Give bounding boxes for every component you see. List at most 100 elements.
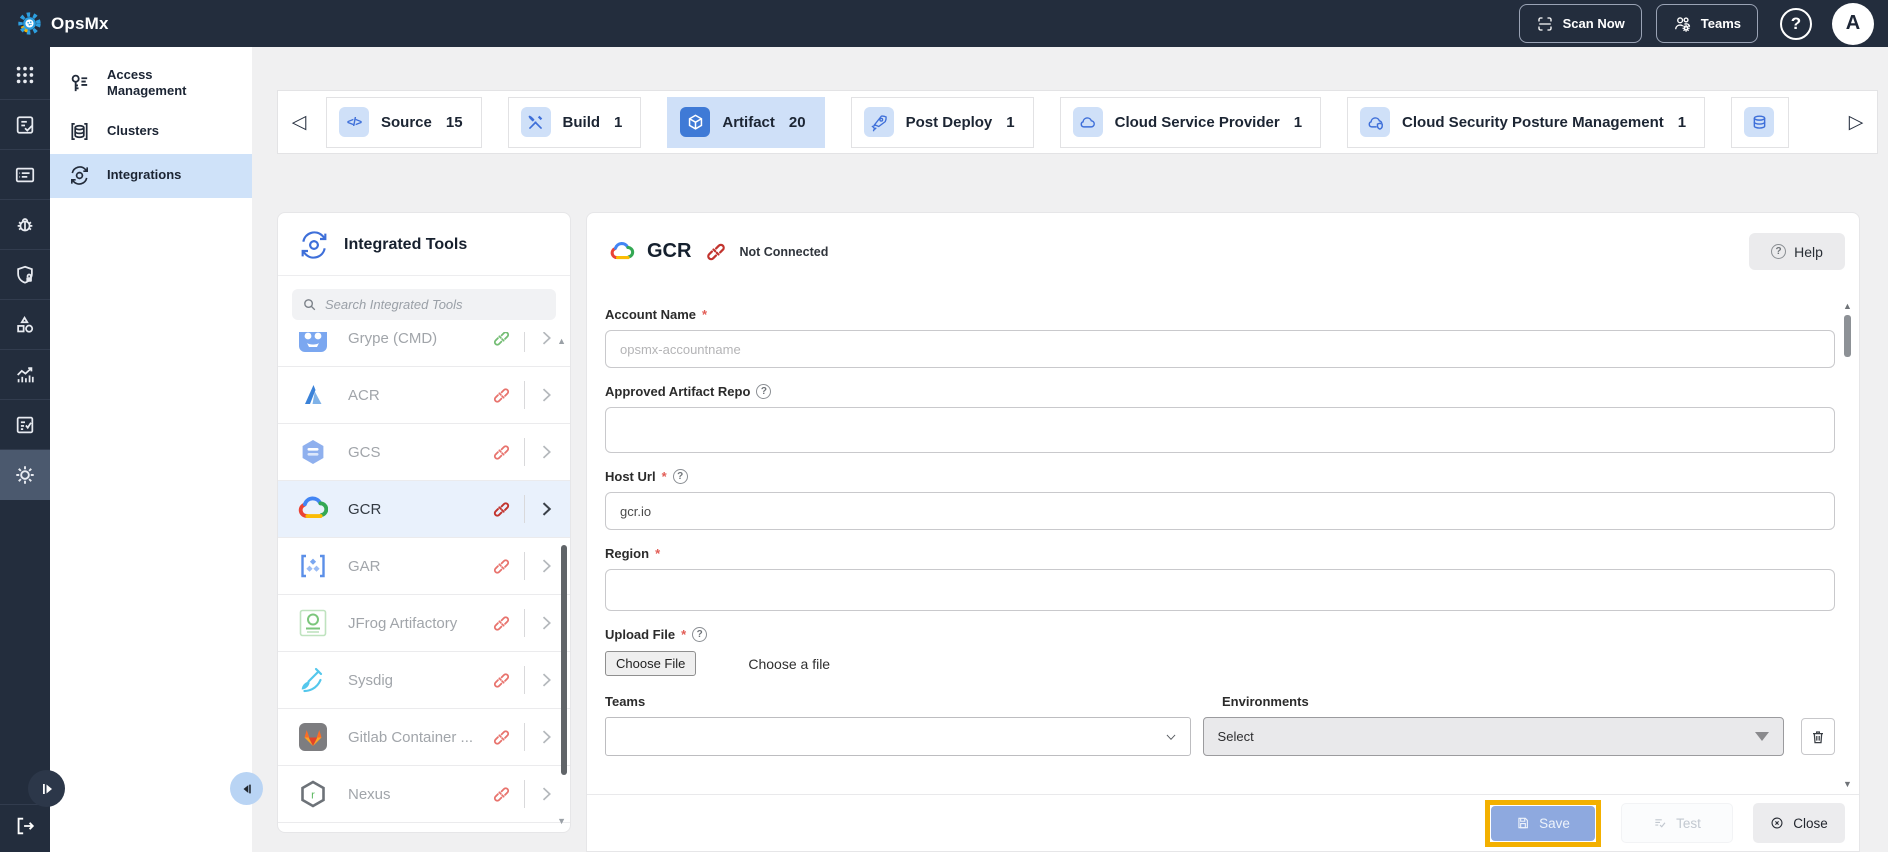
tab-source[interactable]: </> Source 15: [326, 96, 482, 148]
logout-icon[interactable]: [0, 804, 50, 846]
approved-artifact-repo-input[interactable]: [605, 407, 1835, 453]
search-input[interactable]: [325, 297, 546, 312]
tab-partial[interactable]: [1731, 96, 1790, 148]
question-circle-icon[interactable]: ?: [692, 627, 708, 642]
tabs-scroll-right-icon[interactable]: ▷: [1835, 111, 1877, 134]
chevron-right-icon[interactable]: [536, 784, 556, 804]
category-tabs-bar: ◁ </> Source 15 Build 1 Artifact 20 Post…: [277, 90, 1878, 154]
help-button[interactable]: ? Help: [1749, 233, 1845, 270]
scroll-down-icon[interactable]: ▼: [1843, 779, 1852, 789]
shield-lock-icon[interactable]: [0, 250, 50, 300]
delete-environment-button[interactable]: [1801, 718, 1835, 755]
connection-status: Not Connected: [739, 244, 829, 259]
connected-plug-icon: [494, 332, 509, 346]
upload-file-label: Upload File * ?: [605, 627, 1835, 642]
environments-select[interactable]: Select: [1202, 717, 1785, 756]
account-name-input[interactable]: [605, 330, 1835, 368]
sidebar-collapse-handle[interactable]: [230, 772, 263, 805]
sidebar-item-access-management[interactable]: Access Management: [50, 57, 252, 110]
tools-scrollbar-thumb[interactable]: [561, 545, 567, 775]
scan-now-button[interactable]: Scan Now: [1518, 4, 1642, 43]
choose-file-button[interactable]: Choose File: [605, 651, 697, 676]
apps-grid-icon[interactable]: [0, 50, 50, 100]
chevron-right-icon[interactable]: [536, 385, 556, 405]
tool-row-acr[interactable]: ACR: [278, 367, 570, 424]
tool-row-jfrog-artifactory[interactable]: JFrog Artifactory: [278, 595, 570, 652]
chevron-right-icon[interactable]: [536, 499, 556, 519]
host-url-input[interactable]: [605, 492, 1835, 530]
scroll-up-icon[interactable]: ▲: [1843, 301, 1852, 311]
save-button[interactable]: Save: [1491, 805, 1595, 841]
detail-title: GCR: [647, 240, 692, 262]
settings-gear-icon[interactable]: [0, 450, 50, 500]
tool-row-sysdig[interactable]: Sysdig: [278, 652, 570, 709]
tab-cloud-service-provider[interactable]: Cloud Service Provider 1: [1059, 96, 1322, 148]
question-circle-icon[interactable]: ?: [672, 469, 688, 484]
shapes-icon[interactable]: [0, 300, 50, 350]
tools-scroll-down-icon[interactable]: ▼: [557, 816, 566, 826]
tab-cloud-security-posture-management[interactable]: Cloud Security Posture Management 1: [1347, 96, 1706, 148]
svg-text:r: r: [311, 790, 315, 802]
tool-row-gar[interactable]: GAR: [278, 538, 570, 595]
audit-list-icon[interactable]: [0, 400, 50, 450]
detail-header: GCR Not Connected ? Help: [587, 213, 1859, 284]
tool-row-grype[interactable]: Grype (CMD): [278, 332, 570, 367]
task-check-icon[interactable]: [0, 100, 50, 150]
tool-row-gitlab-container[interactable]: Gitlab Container ...: [278, 709, 570, 766]
caret-down-icon: [1755, 732, 1770, 741]
brand: OpsMx: [16, 10, 109, 37]
teams-button[interactable]: Teams: [1655, 4, 1758, 43]
tools-panel-title: Integrated Tools: [344, 236, 468, 253]
region-label: Region *: [605, 546, 661, 561]
disconnected-plug-icon: [494, 558, 509, 574]
chevron-right-icon[interactable]: [536, 670, 556, 690]
form-scrollbar[interactable]: ▲ ▼: [1841, 301, 1854, 789]
test-button[interactable]: Test: [1621, 803, 1733, 843]
team-env-row: Select: [605, 717, 1835, 756]
code-icon: </>: [339, 107, 369, 137]
bug-icon[interactable]: [0, 200, 50, 250]
integrations-icon: [71, 166, 88, 185]
chevron-right-icon[interactable]: [536, 556, 556, 576]
tool-row-gcs[interactable]: GCS: [278, 424, 570, 481]
help-icon[interactable]: ?: [1780, 7, 1812, 40]
content-area: ◁ </> Source 15 Build 1 Artifact 20 Post…: [252, 47, 1888, 852]
disconnected-plug-icon: [494, 387, 509, 403]
tool-row-nexus[interactable]: r Nexus: [278, 766, 570, 823]
region-input[interactable]: [605, 569, 1835, 611]
tools-scroll-up-icon[interactable]: ▲: [557, 336, 566, 346]
sidebar-item-label: Clusters: [107, 123, 160, 139]
avatar[interactable]: A: [1832, 2, 1874, 45]
form-scrollbar-thumb[interactable]: [1844, 315, 1851, 357]
database-icon: [1744, 107, 1775, 137]
chevron-right-icon[interactable]: [536, 332, 556, 348]
tab-artifact[interactable]: Artifact 20: [667, 96, 825, 148]
clusters-icon: [71, 122, 88, 141]
list-card-icon[interactable]: [0, 150, 50, 200]
sidebar-item-integrations[interactable]: Integrations: [50, 153, 252, 198]
tab-post-deploy[interactable]: Post Deploy 1: [850, 96, 1034, 148]
analytics-chart-icon[interactable]: [0, 350, 50, 400]
icon-rail: [0, 47, 50, 852]
chevron-right-icon[interactable]: [536, 727, 556, 747]
tabs-scroll-left-icon[interactable]: ◁: [278, 111, 320, 134]
gitlab-logo-icon: [298, 722, 328, 752]
grype-logo-icon: [298, 332, 328, 353]
chevron-right-icon[interactable]: [536, 442, 556, 462]
rail-expand-handle[interactable]: [28, 770, 65, 807]
question-circle-icon[interactable]: ?: [756, 384, 772, 399]
tool-row-partial[interactable]: [278, 823, 570, 831]
build-tools-icon: [520, 107, 551, 137]
trash-icon: [1813, 730, 1824, 743]
disconnected-plug-icon: [494, 786, 509, 802]
chevron-right-icon[interactable]: [536, 613, 556, 633]
disconnected-plug-icon: [493, 501, 510, 517]
environments-value: Select: [1217, 729, 1254, 744]
sidebar-item-clusters[interactable]: Clusters: [50, 110, 252, 154]
tool-row-gcr[interactable]: GCR: [278, 481, 570, 538]
tab-build[interactable]: Build 1: [507, 96, 642, 148]
teams-select[interactable]: [605, 717, 1191, 756]
integrated-tools-icon: [301, 231, 327, 259]
close-button[interactable]: Close: [1753, 803, 1845, 843]
question-circle-icon: ?: [1771, 244, 1787, 259]
